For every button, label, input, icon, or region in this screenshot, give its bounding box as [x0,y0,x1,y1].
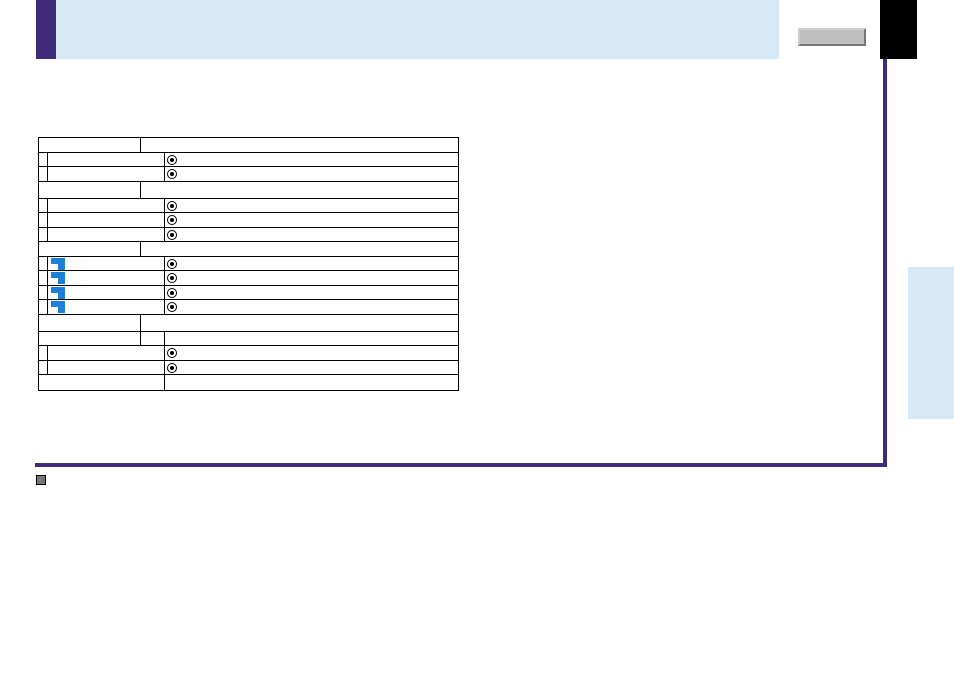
radio-icon[interactable] [167,363,177,373]
header-button[interactable] [798,28,866,46]
radio-icon[interactable] [167,302,177,312]
table-header-row [38,241,459,256]
table-row [38,345,459,360]
table-row [38,198,459,213]
options-table [38,137,459,391]
page-icon [51,301,65,313]
table-footer-row [38,374,459,391]
radio-icon[interactable] [167,201,177,211]
radio-icon[interactable] [167,348,177,358]
table-row [38,227,459,242]
table-row [38,299,459,314]
table-row [38,166,459,181]
footer-icon [36,475,46,485]
header-title-area [56,0,779,59]
radio-icon[interactable] [167,288,177,298]
table-header-row [38,314,459,331]
table-header-row [38,181,459,198]
radio-icon[interactable] [167,215,177,225]
radio-icon[interactable] [167,169,177,179]
radio-icon[interactable] [167,259,177,269]
table-row [38,360,459,375]
radio-icon[interactable] [167,273,177,283]
table-row [38,270,459,285]
radio-icon[interactable] [167,155,177,165]
page-icon [51,287,65,299]
table-row [38,212,459,227]
page-icon [51,272,65,284]
table-row [38,285,459,300]
radio-icon[interactable] [167,230,177,240]
table-header-row [38,137,459,152]
table-row [38,256,459,271]
header-black-accent [880,0,917,59]
table-row [38,152,459,167]
side-tab[interactable] [908,267,954,419]
page-icon [51,258,65,270]
header-purple-accent [36,0,56,59]
header-bar [36,0,954,59]
content-area [35,59,887,467]
table-header-row [38,331,459,346]
